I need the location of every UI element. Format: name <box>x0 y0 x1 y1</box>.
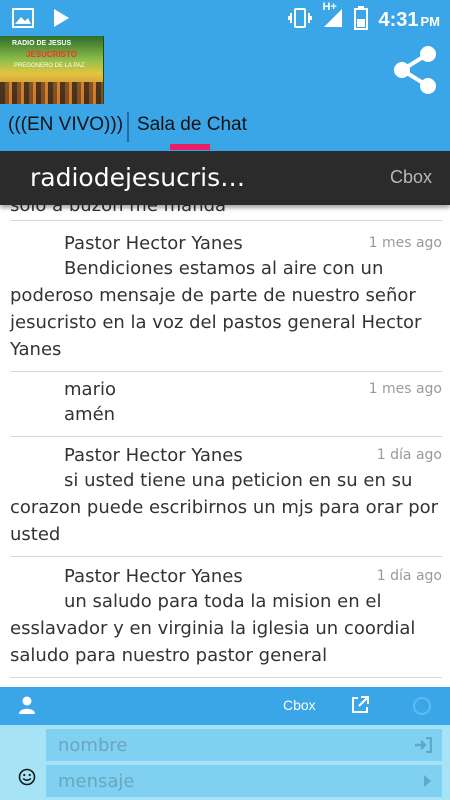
logo-line-1: RADIO DE JESUS <box>12 40 72 47</box>
signal-icon: H+ <box>322 1 344 33</box>
cbox-link[interactable]: Cbox <box>283 697 316 713</box>
image-icon <box>12 8 34 32</box>
message-list[interactable]: solo a buzón me manda Pastor Hector Yane… <box>0 205 450 687</box>
tab-sala-de-chat[interactable]: Sala de Chat <box>137 114 247 136</box>
app-bar: RADIO DE JESUS JESUCRISTO PREGONERO DE L… <box>0 36 450 106</box>
message-author: Pastor Hector Yanes <box>64 445 243 466</box>
name-field-container <box>46 729 442 761</box>
active-tab-indicator <box>170 144 210 150</box>
battery-icon <box>354 6 369 34</box>
logo-line-3: PREGONERO DE LA PAZ <box>14 63 85 69</box>
message-item: Pastor Hector Yanes 1 día ago si usted t… <box>10 441 442 557</box>
user-button[interactable] <box>18 696 36 718</box>
login-icon <box>415 736 433 754</box>
message-time: 1 mes ago <box>368 381 442 397</box>
logo-line-2: JESUCRISTO <box>26 50 77 59</box>
user-icon <box>19 696 35 714</box>
message-time: 1 día ago <box>376 447 442 463</box>
divider <box>10 220 442 221</box>
clock-time: 4:31 <box>378 8 419 31</box>
send-button[interactable] <box>422 773 432 792</box>
emoji-button[interactable] <box>18 767 36 791</box>
message-header: Pastor Hector Yanes 1 mes ago <box>10 229 442 255</box>
clock-ampm: PM <box>420 13 441 29</box>
status-circle-icon <box>413 697 431 715</box>
logo-crowd-image <box>0 82 103 104</box>
message-author: Pastor Hector Yanes <box>64 233 243 254</box>
message-item: mario 1 mes ago amén <box>10 375 442 437</box>
message-header: Pastor Hector Yanes 1 día ago <box>10 441 442 467</box>
name-input[interactable] <box>58 732 398 758</box>
share-icon <box>394 46 436 94</box>
message-item: Pastor Hector Yanes 1 día ago un saludo … <box>10 562 442 678</box>
message-text: un saludo para toda la mision en el essl… <box>10 591 416 666</box>
message-header: mario 1 mes ago <box>10 375 442 401</box>
clock: 4:31 PM <box>378 9 440 32</box>
message-text: si usted tiene una peticion en su en su … <box>10 470 439 545</box>
message-author: Pastor Hector Yanes <box>64 566 243 587</box>
message-input[interactable] <box>58 768 398 794</box>
login-button[interactable] <box>414 736 433 757</box>
share-button[interactable] <box>390 44 442 96</box>
message-time: 1 día ago <box>376 568 442 584</box>
open-external-button[interactable] <box>350 695 370 719</box>
vibrate-icon <box>288 7 313 33</box>
smiley-icon <box>18 768 36 786</box>
message-time: 1 mes ago <box>368 235 442 251</box>
message-header: Pastor Hector Yanes 1 día ago <box>10 562 442 588</box>
tab-bar: (((EN VIVO))) Sala de Chat <box>0 106 450 151</box>
tab-separator <box>127 112 129 142</box>
app-logo: RADIO DE JESUS JESUCRISTO PREGONERO DE L… <box>0 36 104 104</box>
cbox-brand-link[interactable]: Cbox <box>390 167 432 188</box>
chat-header: radiodejesucris… Cbox <box>0 151 450 205</box>
tab-en-vivo[interactable]: (((EN VIVO))) <box>8 114 123 136</box>
chat-title: radiodejesucris… <box>30 163 246 192</box>
send-icon <box>424 775 431 787</box>
message-text: Bendiciones estamos al aire con un poder… <box>10 258 422 360</box>
message-form <box>0 725 450 800</box>
external-link-icon <box>352 696 369 713</box>
status-bar: H+ 4:31 PM <box>0 0 450 36</box>
message-author: mario <box>64 379 116 400</box>
chat-toolbar: Cbox <box>0 687 450 725</box>
network-type-label: H+ <box>322 1 337 13</box>
message-item: Pastor Hector Yanes 1 mes ago Bendicione… <box>10 229 442 372</box>
message-field-container <box>46 765 442 797</box>
play-icon <box>52 8 70 32</box>
partial-message-text: solo a buzón me manda <box>10 205 227 216</box>
message-text: amén <box>64 404 116 425</box>
